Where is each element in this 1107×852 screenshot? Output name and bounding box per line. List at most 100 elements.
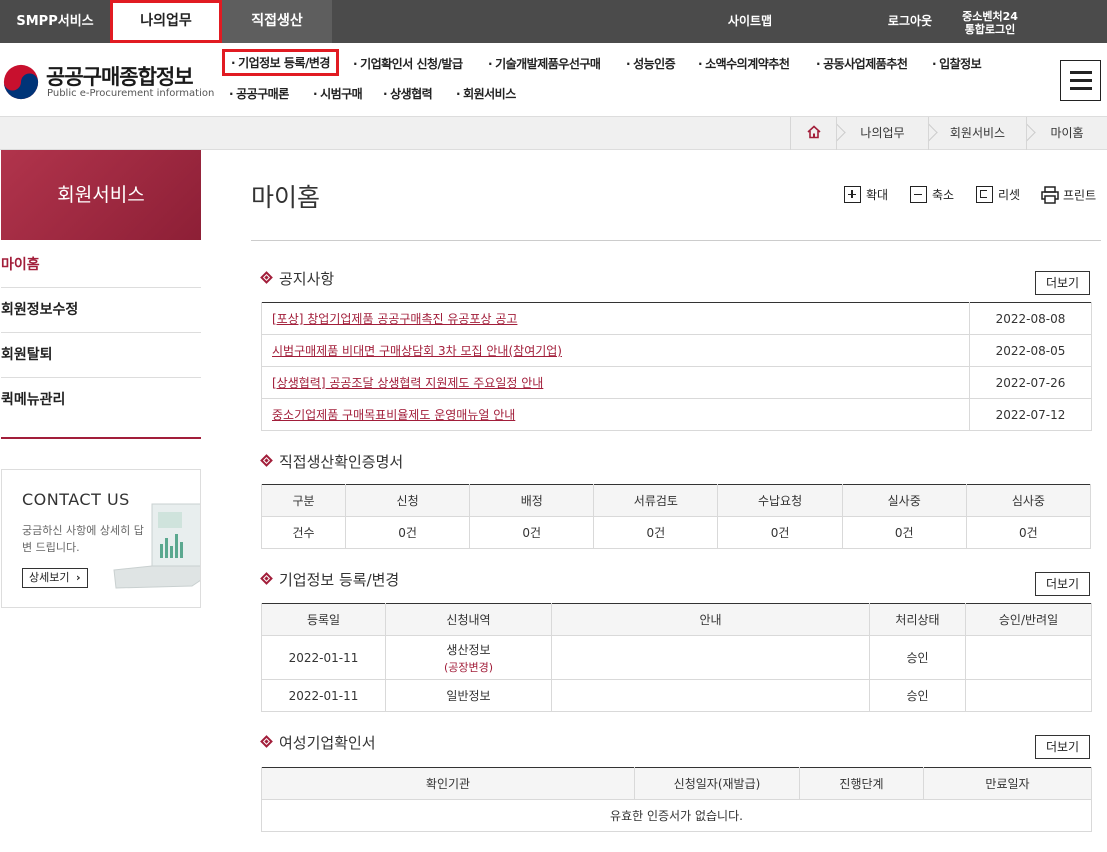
direct-cert-table: 구분 신청 배정 서류검토 수납요청 실사중 심사중 건수 0건 0건 0건 0…: [261, 484, 1092, 549]
women-cert-table: 확인기관 신청일자(재발급) 진행단계 만료일자 유효한 인증서가 없습니다.: [261, 767, 1092, 832]
gnb-tech-priority-purchase[interactable]: 기술개발제품우선구매: [488, 55, 601, 72]
sidebar-item-my-home[interactable]: 마이홈: [1, 243, 201, 288]
table-row: 시범구매제품 비대면 구매상담회 3차 모집 안내(참여기업) 2022-08-…: [261, 334, 1092, 367]
diamond-bullet-icon: [260, 572, 273, 585]
company-info-table: 등록일 신청내역 안내 처리상태 승인/반려일 2022-01-11 생산정보 …: [261, 603, 1092, 712]
breadcrumb-label: 회원서비스: [949, 126, 1006, 140]
site-logo[interactable]: 공공구매종합정보 Public e-Procurement informatio…: [2, 61, 214, 105]
logo-subtitle: Public e-Procurement information: [47, 88, 215, 99]
nav-direct-production[interactable]: 직접생산: [222, 0, 332, 43]
column-header: 실사중: [841, 484, 967, 517]
gnb-pilot-purchase[interactable]: 시범구매: [313, 85, 363, 102]
table-cell: 0건: [344, 516, 471, 549]
company-info-title: 기업정보 등록/변경: [279, 571, 400, 589]
zoom-out-label: 축소: [932, 188, 955, 202]
breadcrumb-my-home[interactable]: 마이홈: [1026, 117, 1107, 150]
logout-link[interactable]: 로그아웃: [860, 0, 960, 43]
column-header: 처리상태: [869, 603, 966, 636]
sidebar-item-quick-menu[interactable]: 퀵메뉴관리: [1, 378, 201, 423]
table-cell: 0건: [965, 516, 1092, 549]
column-header: 등록일: [261, 603, 386, 636]
notice-title-cell: [상생협력] 공공조달 상생협력 지원제도 주요일정 안내: [261, 366, 970, 399]
reset-button[interactable]: 리셋: [976, 186, 1020, 208]
column-header: 서류검토: [593, 484, 719, 517]
chevron-right-icon: ›: [75, 571, 81, 584]
sidebar-divider: [1, 437, 201, 439]
sme24-line2: 통합로그인: [964, 23, 1016, 36]
column-header: 구분: [261, 484, 346, 517]
table-header-row: 확인기관 신청일자(재발급) 진행단계 만료일자: [261, 767, 1092, 800]
breadcrumb-member-service[interactable]: 회원서비스: [928, 117, 1036, 150]
reset-label: 리셋: [998, 188, 1021, 202]
plus-icon: [844, 186, 861, 203]
gnb-bid-info[interactable]: 입찰정보: [932, 55, 982, 72]
site-header: 공공구매종합정보 Public e-Procurement informatio…: [0, 43, 1107, 117]
table-row: 유효한 인증서가 없습니다.: [261, 799, 1092, 832]
sme24-login-link[interactable]: 중소벤처24 통합로그인: [950, 0, 1030, 43]
table-cell: 2022-01-11: [261, 679, 386, 712]
sitemap-link[interactable]: 사이트맵: [700, 0, 800, 43]
diamond-bullet-icon: [260, 271, 273, 284]
sidebar-item-withdraw[interactable]: 회원탈퇴: [1, 333, 201, 378]
women-cert-section-title: 여성기업확인서: [260, 732, 376, 753]
global-navigation: 기업정보 등록/변경 기업확인서 신청/발급 기술개발제품우선구매 성능인증 소…: [222, 43, 1052, 117]
notice-more-button[interactable]: 더보기: [1035, 271, 1090, 295]
gnb-public-procurement[interactable]: 공공구매론: [229, 85, 289, 102]
gnb-member-service[interactable]: 회원서비스: [456, 85, 516, 102]
women-cert-title: 여성기업확인서: [279, 734, 376, 752]
nav-my-work[interactable]: 나의업무: [110, 0, 222, 43]
gnb-small-contract[interactable]: 소액수의계약추천: [698, 55, 790, 72]
notice-link[interactable]: 시범구매제품 비대면 구매상담회 3차 모집 안내(참여기업): [272, 344, 562, 358]
print-button[interactable]: 프린트: [1041, 186, 1096, 208]
contact-detail-label: 상세보기: [29, 571, 70, 584]
table-row: [포상] 창업기업제품 공공구매촉진 유공포상 공고 2022-08-08: [261, 302, 1092, 335]
table-cell: [965, 679, 1092, 712]
zoom-in-button[interactable]: 확대: [844, 186, 888, 208]
company-info-more-button[interactable]: 더보기: [1035, 572, 1090, 596]
gnb-company-info[interactable]: 기업정보 등록/변경: [222, 49, 339, 76]
minus-icon: [910, 186, 927, 203]
notice-title-cell: 중소기업제품 구매목표비율제도 운영매뉴얼 안내: [261, 398, 970, 431]
sidebar-item-edit-profile[interactable]: 회원정보수정: [1, 288, 201, 333]
taegeuk-emblem-icon: [3, 64, 39, 100]
gnb-joint-project[interactable]: 공동사업제품추천: [816, 55, 908, 72]
sme24-line1: 중소벤처24: [962, 10, 1018, 23]
notice-section-title: 공지사항: [260, 268, 335, 289]
notice-title: 공지사항: [279, 270, 335, 288]
notice-title-cell: [포상] 창업기업제품 공공구매촉진 유공포상 공고: [261, 302, 970, 335]
notice-link[interactable]: [상생협력] 공공조달 상생협력 지원제도 주요일정 안내: [272, 376, 543, 390]
breadcrumb-my-work[interactable]: 나의업무: [836, 117, 938, 150]
notice-table: [포상] 창업기업제품 공공구매촉진 유공포상 공고 2022-08-08 시범…: [261, 302, 1092, 431]
table-cell: 0건: [841, 516, 967, 549]
print-label: 프린트: [1063, 188, 1097, 203]
column-header: 심사중: [965, 484, 1092, 517]
table-cell: [551, 679, 870, 712]
breadcrumb-label: 나의업무: [860, 126, 905, 140]
table-cell: 0건: [593, 516, 719, 549]
table-header-row: 구분 신청 배정 서류검토 수납요청 실사중 심사중: [261, 484, 1092, 517]
zoom-in-label: 확대: [866, 188, 889, 202]
women-cert-more-button[interactable]: 더보기: [1035, 735, 1090, 759]
contact-detail-button[interactable]: 상세보기 ›: [22, 568, 88, 588]
table-row: 건수 0건 0건 0건 0건 0건 0건: [261, 516, 1092, 549]
breadcrumb-home[interactable]: [790, 117, 846, 150]
table-cell: 승인: [869, 679, 966, 712]
menu-hamburger-icon[interactable]: [1060, 60, 1101, 101]
gnb-win-win[interactable]: 상생협력: [383, 85, 433, 102]
column-header: 수납요청: [717, 484, 843, 517]
notice-link[interactable]: [포상] 창업기업제품 공공구매촉진 유공포상 공고: [272, 312, 517, 326]
column-header: 안내: [551, 603, 870, 636]
gnb-company-cert[interactable]: 기업확인서 신청/발급: [353, 55, 463, 72]
table-cell: 일반정보: [385, 679, 552, 712]
gnb-performance-cert[interactable]: 성능인증: [626, 55, 676, 72]
sidebar-title: 회원서비스: [1, 150, 201, 240]
column-header: 배정: [469, 484, 595, 517]
table-row: [상생협력] 공공조달 상생협력 지원제도 주요일정 안내 2022-07-26: [261, 366, 1092, 399]
printer-icon: [1041, 186, 1059, 204]
notice-link[interactable]: 중소기업제품 구매목표비율제도 운영매뉴얼 안내: [272, 408, 515, 422]
notice-date: 2022-07-26: [969, 366, 1092, 399]
nav-smpp-service[interactable]: SMPP서비스: [0, 0, 110, 43]
zoom-out-button[interactable]: 축소: [910, 186, 954, 208]
direct-cert-section-title: 직접생산확인증명서: [260, 451, 403, 472]
column-header: 진행단계: [799, 767, 924, 800]
